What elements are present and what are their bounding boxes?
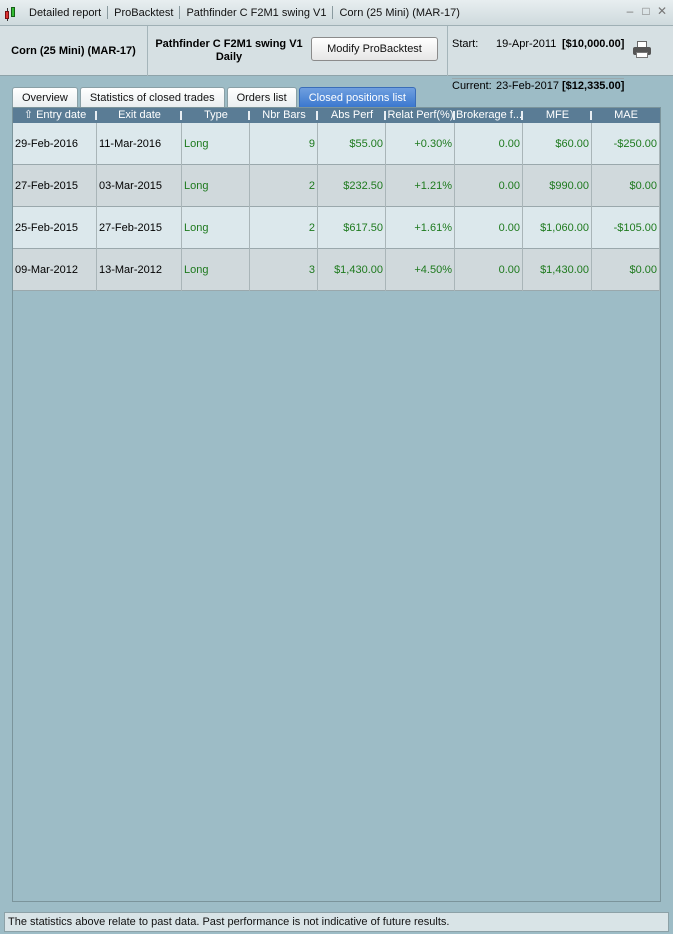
strategy-timeframe: Daily (215, 51, 243, 63)
tab-closed-positions-list[interactable]: Closed positions list (298, 87, 416, 107)
closed-positions-table: ⇧ Entry date Exit date Type Nbr Bars Abs… (12, 107, 661, 902)
table-row[interactable]: 27-Feb-2015 03-Mar-2015 Long 2 $232.50 +… (13, 165, 660, 207)
cell-nbr-bars: 2 (250, 207, 318, 249)
disclaimer-footer: The statistics above relate to past data… (4, 912, 669, 932)
close-icon[interactable]: ✕ (657, 5, 667, 17)
window-title: Detailed report ProBacktest Pathfinder C… (23, 6, 466, 19)
cell-type: Long (182, 165, 250, 207)
start-amount: [$10,000.00] (562, 38, 625, 50)
cell-entry-date: 27-Feb-2015 (13, 165, 97, 207)
modify-probacktest-button[interactable]: Modify ProBacktest (311, 37, 438, 61)
title-segment-probacktest: ProBacktest (114, 6, 174, 19)
column-header-type[interactable]: Type (182, 108, 250, 123)
cell-exit-date: 27-Feb-2015 (97, 207, 182, 249)
column-header-mfe[interactable]: MFE (523, 108, 592, 123)
column-header-exit-date[interactable]: Exit date (97, 108, 182, 123)
tab-orders-list[interactable]: Orders list (226, 87, 297, 107)
table-row[interactable]: 25-Feb-2015 27-Feb-2015 Long 2 $617.50 +… (13, 207, 660, 249)
tab-overview[interactable]: Overview (12, 87, 78, 107)
strategy-name: Pathfinder C F2M1 swing V1 (155, 38, 303, 50)
cell-exit-date: 03-Mar-2015 (97, 165, 182, 207)
cell-entry-date: 09-Mar-2012 (13, 249, 97, 291)
cell-mae: $0.00 (592, 165, 660, 207)
cell-relat-perf: +1.21% (386, 165, 455, 207)
cell-type: Long (182, 249, 250, 291)
column-header-abs-perf[interactable]: Abs Perf (318, 108, 386, 123)
cell-mfe: $1,430.00 (523, 249, 592, 291)
title-segment-report: Detailed report (29, 6, 102, 19)
cell-relat-perf: +4.50% (386, 249, 455, 291)
cell-mfe: $1,060.00 (523, 207, 592, 249)
candlestick-app-icon (4, 5, 20, 21)
minimize-icon[interactable]: – (625, 5, 635, 17)
column-header-entry-date[interactable]: ⇧ Entry date (13, 108, 97, 123)
cell-mae: -$250.00 (592, 123, 660, 165)
cell-mae: -$105.00 (592, 207, 660, 249)
cell-exit-date: 13-Mar-2012 (97, 249, 182, 291)
cell-entry-date: 29-Feb-2016 (13, 123, 97, 165)
title-segment-instrument: Corn (25 Mini) (MAR-17) (339, 6, 460, 19)
cell-relat-perf: +1.61% (386, 207, 455, 249)
column-header-brokerage[interactable]: Brokerage f... (455, 108, 523, 123)
cell-abs-perf: $1,430.00 (318, 249, 386, 291)
start-date: 19-Apr-2011 (496, 38, 557, 50)
cell-mfe: $990.00 (523, 165, 592, 207)
table-header: ⇧ Entry date Exit date Type Nbr Bars Abs… (13, 108, 660, 123)
cell-abs-perf: $617.50 (318, 207, 386, 249)
column-header-relat-perf[interactable]: Relat Perf(%) (386, 108, 455, 123)
strategy-info: Pathfinder C F2M1 swing V1 Daily (149, 26, 309, 76)
maximize-icon[interactable]: □ (641, 5, 651, 17)
cell-brokerage: 0.00 (455, 249, 523, 291)
start-label: Start: (452, 38, 479, 50)
tab-statistics-closed-trades[interactable]: Statistics of closed trades (79, 87, 225, 107)
column-header-mae[interactable]: MAE (592, 108, 660, 123)
table-row[interactable]: 29-Feb-2016 11-Mar-2016 Long 9 $55.00 +0… (13, 123, 660, 165)
report-tabs: Overview Statistics of closed trades Ord… (12, 87, 416, 107)
cell-nbr-bars: 3 (250, 249, 318, 291)
table-body: 29-Feb-2016 11-Mar-2016 Long 9 $55.00 +0… (13, 123, 660, 291)
cell-type: Long (182, 123, 250, 165)
cell-brokerage: 0.00 (455, 165, 523, 207)
cell-brokerage: 0.00 (455, 123, 523, 165)
cell-mae: $0.00 (592, 249, 660, 291)
cell-relat-perf: +0.30% (386, 123, 455, 165)
title-segment-strategy: Pathfinder C F2M1 swing V1 (186, 6, 327, 19)
cell-type: Long (182, 207, 250, 249)
instrument-name: Corn (25 Mini) (MAR-17) (0, 26, 148, 76)
cell-abs-perf: $232.50 (318, 165, 386, 207)
cell-abs-perf: $55.00 (318, 123, 386, 165)
cell-entry-date: 25-Feb-2015 (13, 207, 97, 249)
cell-nbr-bars: 2 (250, 165, 318, 207)
cell-exit-date: 11-Mar-2016 (97, 123, 182, 165)
cell-mfe: $60.00 (523, 123, 592, 165)
print-icon[interactable] (633, 41, 653, 59)
table-row[interactable]: 09-Mar-2012 13-Mar-2012 Long 3 $1,430.00… (13, 249, 660, 291)
sort-ascending-icon: ⇧ (23, 109, 33, 121)
cell-brokerage: 0.00 (455, 207, 523, 249)
cell-nbr-bars: 9 (250, 123, 318, 165)
title-bar: Detailed report ProBacktest Pathfinder C… (0, 0, 673, 26)
column-header-nbr-bars[interactable]: Nbr Bars (250, 108, 318, 123)
